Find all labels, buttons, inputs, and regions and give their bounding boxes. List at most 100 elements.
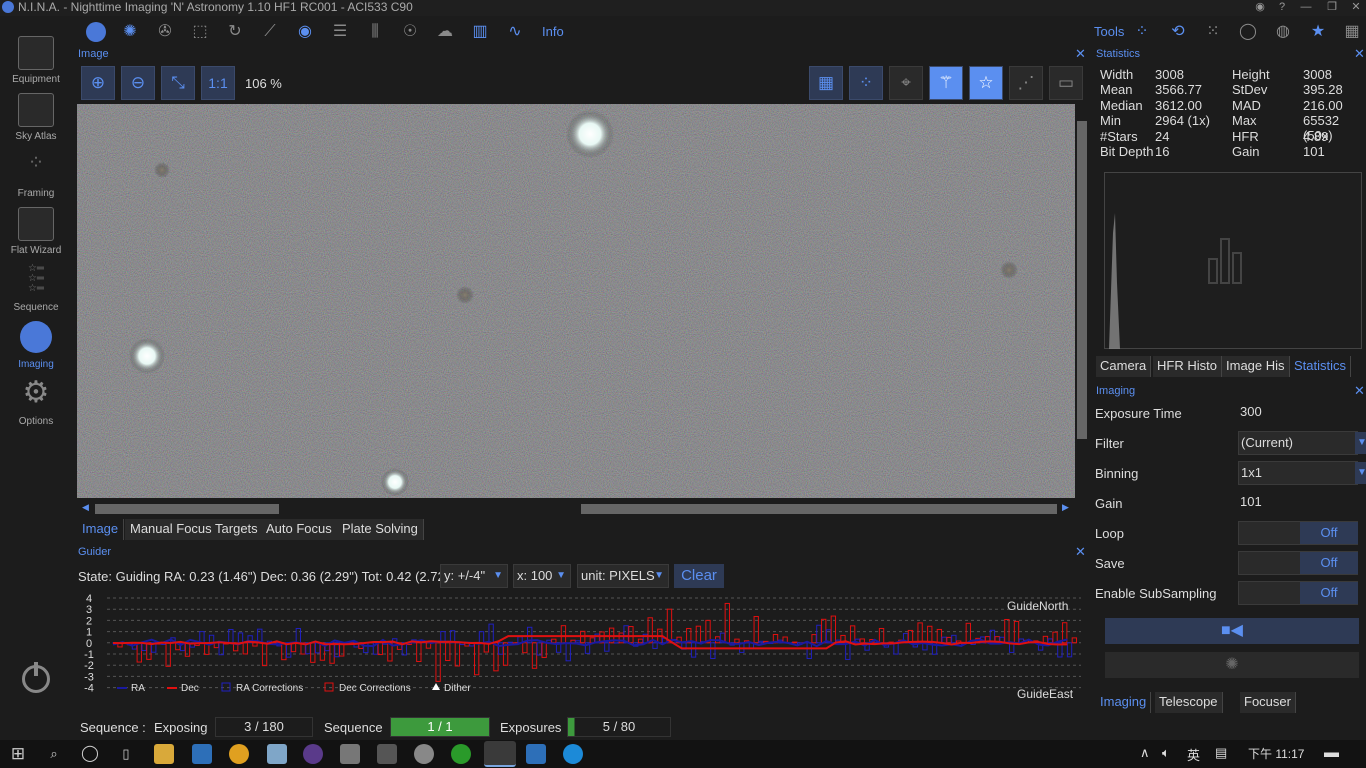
sidebar-item-flat-wizard[interactable]: Flat Wizard [0,205,72,262]
tab-camera[interactable]: Camera [1096,356,1152,377]
notification-icon[interactable]: ▬ [1324,744,1339,761]
zoom-1to1-button[interactable]: 1:1 [201,66,235,100]
tab-imaging[interactable]: Imaging [1096,692,1152,713]
crosshair-icon[interactable]: ⌖ [889,66,923,100]
subframe-icon[interactable]: ▭ [1049,66,1083,100]
windows-start-icon[interactable]: ⊞ [8,744,28,764]
bahtinov-icon[interactable]: ⋰ [1009,66,1043,100]
flat-device-icon[interactable]: ☉ [400,22,420,42]
guider-icon[interactable]: ◉ [295,22,315,42]
phd2-icon[interactable] [414,744,434,764]
help-icon[interactable]: ? [1272,0,1292,14]
clock[interactable]: 下午 11:17 [1248,745,1304,762]
exposure-time-input[interactable]: 300 [1238,401,1358,425]
sidebar-item-equipment[interactable]: Equipment [0,34,72,91]
loop-toggle[interactable]: Off [1238,521,1358,545]
image-canvas[interactable] [77,104,1075,498]
history-icon[interactable]: ⟲ [1168,22,1188,42]
notepad-icon[interactable] [267,744,287,764]
focuser-icon[interactable]: ⬚ [190,22,210,42]
close-icon[interactable]: ✕ [1075,47,1086,60]
sidebar-item-sky-atlas[interactable]: Sky Atlas [0,91,72,148]
subsampling-toggle[interactable]: Off [1238,581,1358,605]
edge-icon[interactable] [563,744,583,764]
y-scale-select[interactable]: y: +/-4" ▼ [440,564,508,588]
calculator-icon[interactable]: ▦ [1342,22,1362,42]
gain-input[interactable]: 101 [1238,491,1358,515]
weather-icon[interactable]: ☁ [435,22,455,42]
tab-image[interactable]: Image [77,519,125,540]
chrome-icon[interactable] [229,744,249,764]
stellarium-icon[interactable] [303,744,323,764]
cortana-icon[interactable]: ◯ [80,744,100,764]
vertical-scrollbar[interactable] [1075,104,1089,498]
star-icon[interactable]: ★ [1308,22,1328,42]
start-capture-button[interactable]: ■◀ [1105,618,1359,644]
fit-icon[interactable]: ⤡ [161,66,195,100]
aperture-icon[interactable]: ✺ [120,22,140,42]
camera-status-icon[interactable] [86,22,106,42]
scroll-right-icon[interactable]: ▶ [1062,502,1069,513]
star-annotate-icon[interactable]: ☆ [969,66,1003,100]
ime-indicator[interactable]: 英 [1187,745,1200,764]
sequence-list-icon[interactable]: ☰ [330,22,350,42]
info-icon[interactable]: ∿ [505,22,525,42]
close-button[interactable]: ✕ [1346,0,1366,14]
info-label[interactable]: Info [542,24,564,39]
power-icon[interactable] [22,662,50,693]
search-icon[interactable]: ⌕ [44,744,64,764]
scroll-left-icon[interactable]: ◀ [82,502,89,513]
autofocus-icon[interactable]: ◍ [1273,22,1293,42]
tab-statistics[interactable]: Statistics [1290,356,1352,377]
horizontal-scrollbar[interactable]: ◀ ▶ [77,502,1075,516]
x-scale-select[interactable]: x: 100 ▼ [513,564,571,588]
tab-manual-focus-targets[interactable]: Manual Focus Targets [125,519,264,540]
unit-select[interactable]: unit: PIXELS ▼ [577,564,669,588]
clear-button[interactable]: Clear [674,564,724,588]
sidebar-item-sequence[interactable]: ☆═ ☆═ ☆═ Sequence [0,262,72,319]
window-app-icon[interactable] [526,744,546,764]
auto-stretch-icon[interactable]: ⚚ [929,66,963,100]
eye-icon[interactable]: ◉ [1250,0,1270,14]
tab-hfr-histo[interactable]: HFR Histo [1153,356,1222,377]
focus-target-icon[interactable]: ⁙ [1203,22,1223,42]
file-explorer-icon[interactable] [154,744,174,764]
close-icon[interactable]: ✕ [1354,384,1365,397]
tab-focuser[interactable]: Focuser [1240,692,1296,713]
tab-plate-solving[interactable]: Plate Solving [337,519,424,540]
sidebar-item-imaging[interactable]: Imaging [0,319,72,376]
sync-app-icon[interactable] [451,744,471,764]
task-view-icon[interactable]: ▯ [116,744,136,764]
chevron-up-icon[interactable]: ∧ [1140,745,1150,761]
sidebar-item-options[interactable]: ⚙ Options [0,376,72,433]
sidebar-item-framing[interactable]: ⁘ Framing [0,148,72,205]
tab-image-histogram[interactable]: Image His [1222,356,1290,377]
save-toggle[interactable]: Off [1238,551,1358,575]
minimize-button[interactable]: — [1296,0,1316,14]
filter-wheel-icon[interactable]: ✇ [155,22,175,42]
nina-taskbar-icon[interactable] [484,741,516,767]
filter-select[interactable]: (Current) ▼ [1238,431,1366,455]
star-frame-icon[interactable]: ⁘ [1132,22,1152,42]
outlook-icon[interactable] [192,744,212,764]
tab-telescope[interactable]: Telescope [1155,692,1223,713]
tab-auto-focus[interactable]: Auto Focus [261,519,338,540]
app-icon[interactable] [340,744,360,764]
zoom-out-icon[interactable]: ⊖ [121,66,155,100]
live-view-button[interactable]: ✺ [1105,652,1359,678]
zoom-in-icon[interactable]: ⊕ [81,66,115,100]
ime-mode-icon[interactable]: ▤ [1215,745,1227,761]
maximize-button[interactable]: ❐ [1322,0,1342,14]
close-icon[interactable]: ✕ [1354,47,1365,60]
binning-select[interactable]: 1x1 ▼ [1238,461,1366,485]
volume-icon[interactable]: 🔈︎ [1162,745,1170,761]
close-icon[interactable]: ✕ [1075,545,1086,558]
scrollbar-thumb[interactable] [1077,121,1087,439]
telescope-app-icon[interactable] [377,744,397,764]
scrollbar-thumb[interactable] [95,504,279,514]
detect-stars-icon[interactable]: ⁘ [849,66,883,100]
chart-icon[interactable]: ▥ [470,22,490,42]
grid-icon[interactable]: ▦ [809,66,843,100]
circle-icon[interactable]: ◯ [1238,22,1258,42]
rotator-icon[interactable]: ↻ [225,22,245,42]
